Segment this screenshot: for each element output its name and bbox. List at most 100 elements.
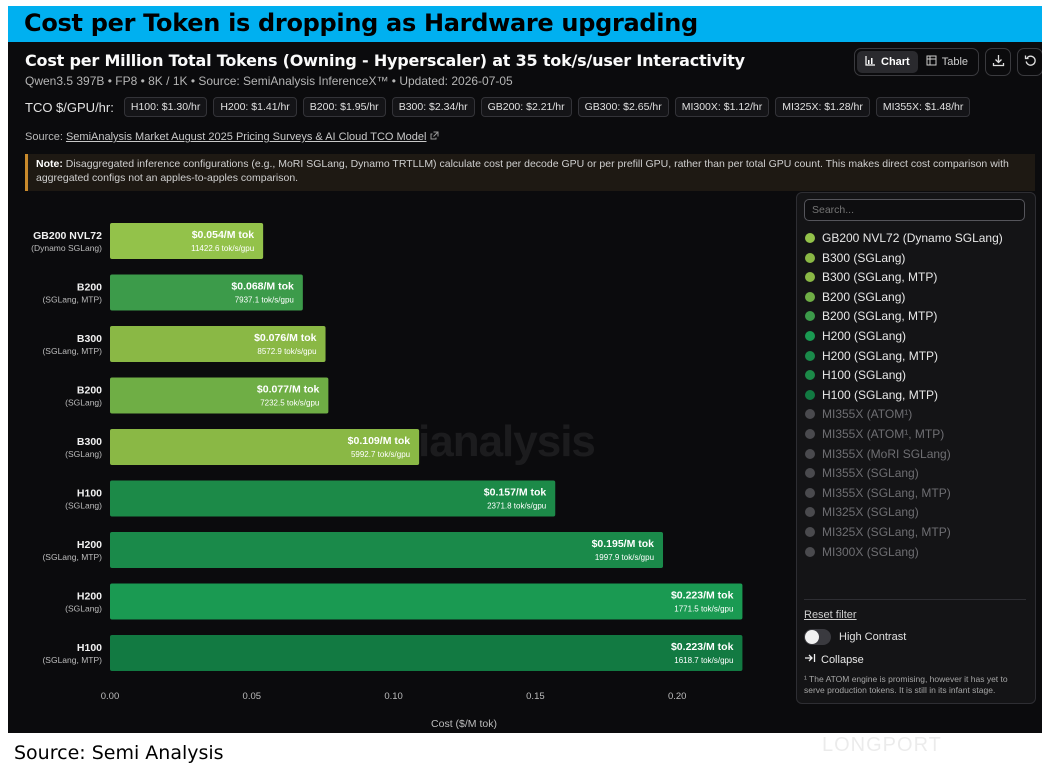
tco-label: TCO $/GPU/hr:: [25, 99, 114, 115]
x-tick-label: 0.10: [384, 691, 403, 702]
legend-item-label: GB200 NVL72 (Dynamo SGLang): [822, 231, 1003, 245]
bar-config-label: (SGLang): [65, 501, 102, 511]
bar-value-label: $0.068/M tok: [231, 281, 294, 293]
view-toggle: Chart Table: [854, 48, 980, 76]
legend-item[interactable]: MI300X (SGLang): [805, 545, 919, 559]
legend-item-label: MI300X (SGLang): [822, 544, 919, 559]
legend-item[interactable]: H200 (SGLang): [805, 329, 906, 343]
legend-item[interactable]: H100 (SGLang): [805, 368, 906, 382]
tco-chip-gb300[interactable]: GB300: $2.65/hr: [577, 97, 669, 117]
external-link-icon: [430, 131, 439, 143]
bar-category-label: B300: [77, 436, 102, 448]
chart-panel: Cost per Million Total Tokens (Owning - …: [8, 42, 1042, 733]
bar-category-label: H200: [77, 539, 102, 551]
tco-chip-mi355x[interactable]: MI355X: $1.48/hr: [875, 97, 971, 117]
tco-chip-mi325x[interactable]: MI325X: $1.28/hr: [775, 97, 870, 117]
bar-category-label: GB200 NVL72: [33, 230, 102, 242]
tco-chip-h100[interactable]: H100: $1.30/hr: [123, 97, 208, 117]
toolbar: Chart Table: [854, 48, 1042, 76]
x-axis-title: Cost ($/M tok): [431, 718, 497, 730]
bar-chart: $0.054/M tok 11422.6 tok/s/gpu GB200 NVL72…: [31, 223, 743, 730]
legend-item-label: MI355X (SGLang, MTP): [822, 485, 951, 500]
tco-chip-b300[interactable]: B300: $2.34/hr: [391, 97, 475, 117]
high-contrast-toggle[interactable]: [804, 629, 831, 645]
bar-config-label: (SGLang, MTP): [42, 295, 102, 305]
legend-item[interactable]: H100 (SGLang, MTP): [805, 388, 938, 402]
reset-button[interactable]: [1017, 48, 1042, 76]
legend-item[interactable]: MI355X (ATOM¹): [805, 407, 912, 421]
chart-view-label: Chart: [881, 56, 910, 68]
atom-footnote: ¹ The ATOM engine is promising, however …: [804, 674, 1008, 695]
legend-item[interactable]: B300 (SGLang): [805, 251, 905, 265]
table-view-label: Table: [941, 56, 969, 68]
legend-item-label: MI325X (SGLang, MTP): [822, 525, 951, 539]
legend-item[interactable]: MI355X (ATOM¹, MTP): [805, 427, 944, 441]
legend-dot-icon: [805, 389, 815, 400]
bar-chart-icon: [865, 55, 876, 69]
legend-dot-icon: [805, 448, 815, 459]
legend-item-label: MI355X (ATOM¹): [822, 407, 913, 422]
legend-dot-icon: [805, 468, 815, 479]
x-tick-label: 0.15: [526, 691, 545, 702]
bar-throughput-label: 1771.5 tok/s/gpu: [674, 605, 733, 614]
legend-dot-icon: [805, 311, 815, 322]
legend-item[interactable]: H200 (SGLang, MTP): [805, 349, 938, 363]
legend-item-label: MI355X (MoRI SGLang): [822, 446, 951, 461]
chart-view-button[interactable]: Chart: [857, 51, 918, 73]
bar-throughput-label: 5992.7 tok/s/gpu: [351, 450, 410, 459]
bar: [110, 583, 743, 620]
download-button[interactable]: [985, 48, 1012, 76]
legend-dot-icon: [805, 272, 815, 283]
legend-search-input[interactable]: [804, 199, 1025, 221]
tco-chip-gb200[interactable]: GB200: $2.21/hr: [480, 97, 572, 117]
legend-item[interactable]: MI355X (SGLang): [805, 466, 919, 480]
table-view-button[interactable]: Table: [918, 51, 976, 73]
legend-item[interactable]: GB200 NVL72 (Dynamo SGLang): [805, 231, 1003, 245]
bar-category-label: H100: [77, 642, 102, 654]
source-link[interactable]: SemiAnalysis Market August 2025 Pricing …: [66, 131, 427, 143]
bar-category-label: B300: [77, 333, 102, 345]
legend-divider: [804, 599, 1026, 600]
chart-subtitle: Qwen3.5 397B • FP8 • 8K / 1K • Source: S…: [25, 74, 513, 88]
legend-dot-icon: [805, 350, 815, 361]
high-contrast-label: High Contrast: [839, 631, 907, 643]
legend-item-label: H200 (SGLang, MTP): [822, 348, 939, 363]
source-prefix: Source:: [25, 131, 66, 143]
bar-config-label: (SGLang): [65, 398, 102, 408]
download-icon: [992, 54, 1005, 70]
legend-item[interactable]: B200 (SGLang): [805, 290, 905, 304]
legend-dot-icon: [805, 546, 815, 557]
bar-value-label: $0.223/M tok: [671, 641, 734, 653]
tco-chip-h200[interactable]: H200: $1.41/hr: [213, 97, 297, 117]
legend-item[interactable]: MI355X (SGLang, MTP): [805, 486, 951, 500]
tco-chip-mi300x[interactable]: MI300X: $1.12/hr: [674, 97, 770, 117]
legend-item-label: MI325X (SGLang): [822, 505, 919, 520]
legend-item-label: H200 (SGLang): [822, 329, 907, 343]
legend-item[interactable]: MI355X (MoRI SGLang): [805, 447, 951, 461]
legend-item[interactable]: B200 (SGLang, MTP): [805, 309, 937, 323]
disaggregation-note: Note: Disaggregated inference configurat…: [25, 154, 1035, 191]
legend-item[interactable]: B300 (SGLang, MTP): [805, 270, 937, 284]
banner: Cost per Token is dropping as Hardware u…: [8, 6, 1042, 42]
bar-throughput-label: 1997.9 tok/s/gpu: [595, 553, 654, 562]
legend-dot-icon: [805, 409, 815, 420]
legend-dot-icon: [805, 233, 815, 243]
bar-category-label: H200: [77, 591, 102, 603]
bar-throughput-label: 7232.5 tok/s/gpu: [260, 399, 319, 408]
legend-item-label: MI355X (ATOM¹, MTP): [822, 427, 945, 441]
bar-config-label: (SGLang, MTP): [42, 552, 102, 562]
collapse-button[interactable]: Collapse: [804, 653, 864, 666]
legend-dot-icon: [805, 507, 815, 518]
legend-item[interactable]: MI325X (SGLang): [805, 505, 919, 519]
legend-item[interactable]: MI325X (SGLang, MTP): [805, 525, 951, 539]
reset-filter-link[interactable]: Reset filter: [804, 609, 857, 621]
legend-item-label: B300 (SGLang): [822, 250, 906, 265]
bar-config-label: (SGLang, MTP): [42, 346, 102, 356]
legend-item-label: H100 (SGLang, MTP): [822, 387, 939, 402]
bar-category-label: B200: [77, 282, 102, 294]
legend-dot-icon: [805, 291, 815, 302]
tco-chip-b200[interactable]: B200: $1.95/hr: [302, 97, 386, 117]
tco-row: TCO $/GPU/hr: H100: $1.30/hr H200: $1.41…: [25, 97, 971, 117]
source-caption: Source: Semi Analysis: [14, 742, 224, 764]
bar-value-label: $0.157/M tok: [484, 487, 547, 499]
